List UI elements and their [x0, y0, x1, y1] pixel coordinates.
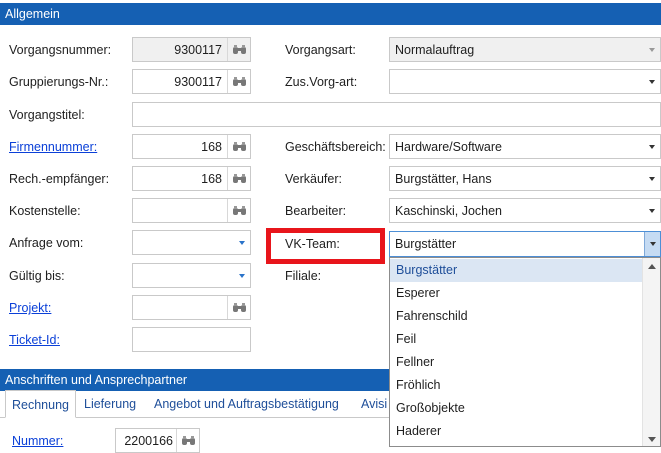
chevron-down-icon [649, 48, 655, 52]
binoculars-icon[interactable] [227, 135, 250, 158]
vorgangsart-label: Vorgangsart: [285, 43, 356, 57]
geschaeftsbereich-label: Geschäftsbereich: [285, 140, 386, 154]
binoculars-icon[interactable] [227, 38, 250, 61]
kostenstelle-field[interactable] [132, 198, 251, 223]
firmennummer-value: 168 [201, 140, 222, 154]
binoculars-icon[interactable] [227, 70, 250, 93]
projekt-field[interactable] [132, 295, 251, 320]
vorgangstitel-label: Vorgangstitel: [9, 108, 85, 122]
geschaeftsbereich-value: Hardware/Software [395, 140, 502, 154]
date-dropdown-button[interactable] [230, 264, 250, 287]
tab-rechnung[interactable]: Rechnung [5, 390, 76, 418]
zusvorgart-label: Zus.Vorg-art: [285, 75, 358, 89]
binoculars-icon[interactable] [227, 199, 250, 222]
verkaeufer-label: Verkäufer: [285, 172, 342, 186]
vkteam-dropdown-button[interactable] [644, 232, 660, 256]
vorgangsnummer-value: 9300117 [174, 43, 222, 57]
anfrage-label: Anfrage vom: [9, 236, 84, 250]
geschaeftsbereich-select[interactable]: Hardware/Software [389, 134, 661, 159]
vorgangsart-select[interactable]: Normalauftrag [389, 37, 661, 62]
kostenstelle-label: Kostenstelle: [9, 204, 81, 218]
bearbeiter-value: Kaschinski, Jochen [395, 204, 503, 218]
section-title: Anschriften und Ansprechpartner [5, 373, 188, 387]
tab-avisi[interactable]: Avisi [355, 390, 393, 418]
binoculars-icon[interactable] [227, 296, 250, 319]
projekt-link[interactable]: Projekt: [9, 300, 51, 316]
binoculars-icon[interactable] [227, 167, 250, 190]
vkteam-label: VK-Team: [285, 237, 340, 251]
dropdown-option[interactable]: Fahrenschild [390, 305, 642, 328]
verkaeufer-select[interactable]: Burgstätter, Hans [389, 166, 661, 191]
dropdown-option[interactable]: Burgstätter [390, 259, 642, 282]
nummer-field[interactable]: 2200166 [115, 428, 200, 453]
rechempfaenger-field[interactable]: 168 [132, 166, 251, 191]
vkteam-dropdown-list: Burgstätter Esperer Fahrenschild Feil Fe… [389, 257, 661, 447]
filiale-label: Filiale: [285, 269, 322, 283]
vkteam-select[interactable]: Burgstätter [389, 231, 661, 257]
dropdown-option[interactable]: Feil [390, 328, 642, 351]
gueltig-label: Gültig bis: [9, 269, 65, 283]
tab-angebot[interactable]: Angebot und Auftragsbestätigung [148, 390, 345, 418]
dropdown-option[interactable]: Großobjekte [390, 397, 642, 420]
verkaeufer-value: Burgstätter, Hans [395, 172, 492, 186]
gruppierung-field[interactable]: 9300117 [132, 69, 251, 94]
dropdown-scrollbar[interactable] [642, 258, 660, 446]
anfrage-date-field[interactable] [132, 230, 251, 255]
dropdown-option[interactable]: Fröhlich [390, 374, 642, 397]
dropdown-option[interactable]: Fellner [390, 351, 642, 374]
zusvorgart-select[interactable] [389, 69, 661, 94]
vorgangsnummer-field[interactable]: 9300117 [132, 37, 251, 62]
scroll-up-icon[interactable] [648, 264, 656, 269]
scroll-down-icon[interactable] [648, 437, 656, 442]
gueltig-date-field[interactable] [132, 263, 251, 288]
section-title: Allgemein [5, 7, 60, 21]
chevron-down-icon [650, 242, 656, 246]
chevron-down-icon [239, 241, 245, 245]
section-header-allgemein: Allgemein [0, 3, 661, 25]
chevron-down-icon [649, 80, 655, 84]
rechempfaenger-value: 168 [201, 172, 222, 186]
dropdown-option[interactable]: Haderer [390, 420, 642, 443]
chevron-down-icon [649, 145, 655, 149]
gruppierung-label: Gruppierungs-Nr.: [9, 75, 109, 89]
rechempfaenger-label: Rech.-empfänger: [9, 172, 110, 186]
ticket-link[interactable]: Ticket-Id: [9, 332, 60, 348]
binoculars-icon[interactable] [176, 429, 199, 452]
bearbeiter-label: Bearbeiter: [285, 204, 347, 218]
bearbeiter-select[interactable]: Kaschinski, Jochen [389, 198, 661, 223]
date-dropdown-button[interactable] [230, 231, 250, 254]
vorgangstitel-field[interactable] [132, 102, 661, 127]
chevron-down-icon [649, 209, 655, 213]
vorgangsart-value: Normalauftrag [395, 43, 475, 57]
vkteam-value: Burgstätter [395, 237, 457, 251]
gruppierung-value: 9300117 [174, 75, 222, 89]
chevron-down-icon [649, 177, 655, 181]
tab-lieferung[interactable]: Lieferung [78, 390, 142, 418]
dropdown-option[interactable]: Esperer [390, 282, 642, 305]
firmennummer-link[interactable]: Firmennummer: [9, 139, 97, 155]
ticket-field[interactable] [132, 327, 251, 352]
chevron-down-icon [239, 274, 245, 278]
firmennummer-field[interactable]: 168 [132, 134, 251, 159]
vorgangsnummer-label: Vorgangsnummer: [9, 43, 112, 57]
